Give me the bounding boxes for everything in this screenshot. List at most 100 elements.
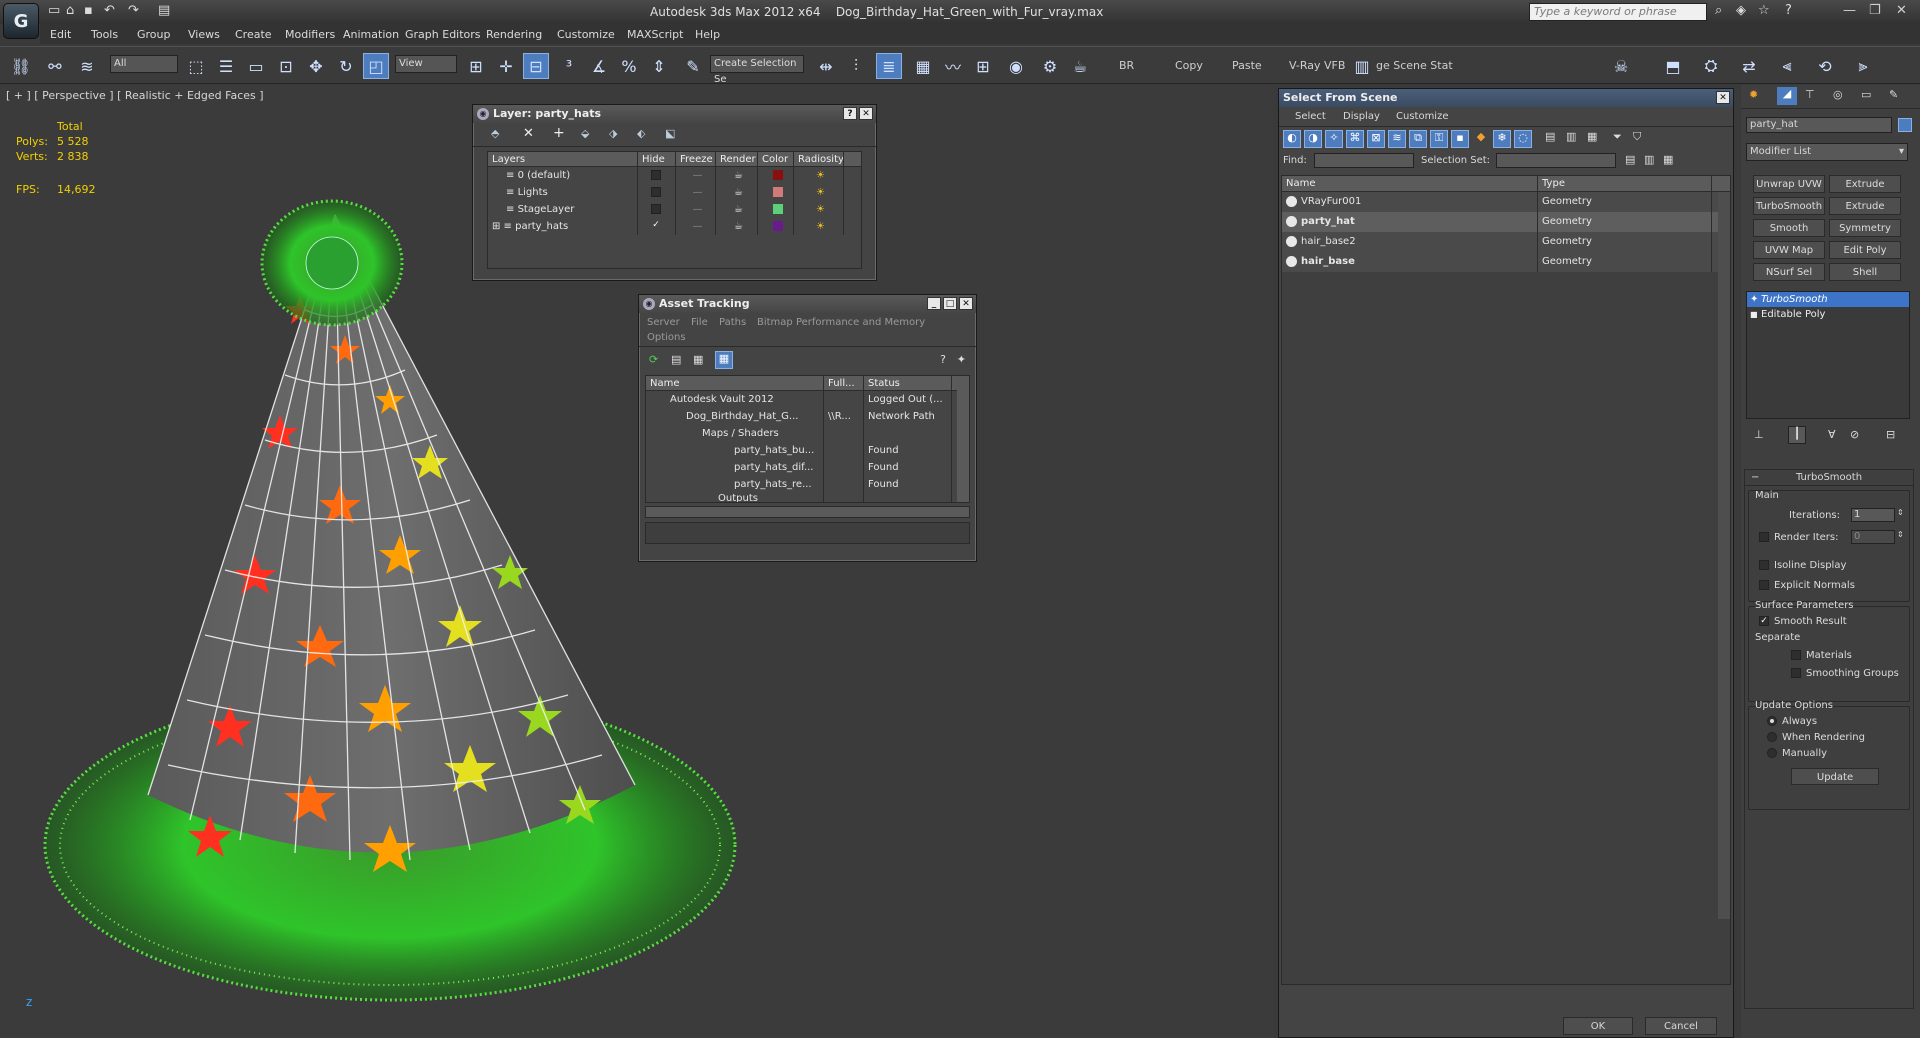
tool-b-icon[interactable]: ⛭ <box>1698 53 1724 79</box>
object-name-field[interactable]: party_hat <box>1746 117 1892 133</box>
schematic-view-icon[interactable]: ⊞ <box>970 53 996 79</box>
menu-paths[interactable]: Paths <box>719 317 746 328</box>
layer-row[interactable]: ≡ StageLayer — ☕ ☀ <box>488 201 861 218</box>
layer-color-swatch[interactable] <box>772 221 783 231</box>
col-name[interactable]: Name <box>646 376 824 390</box>
uvw-map-button[interactable]: UVW Map <box>1753 241 1825 259</box>
menu-bitmap-performance[interactable]: Bitmap Performance and Memory <box>757 317 925 328</box>
vray-vfb-button[interactable]: V-Ray VFB <box>1289 59 1345 72</box>
minimize-button[interactable]: _ <box>927 297 941 310</box>
cancel-button[interactable]: Cancel <box>1645 1017 1717 1035</box>
menu-create[interactable]: Create <box>235 28 272 41</box>
set-select-icon[interactable]: ▤ <box>1625 153 1635 166</box>
undo-icon[interactable]: ↶ <box>104 3 115 19</box>
display-shapes-icon[interactable]: ◑ <box>1304 130 1322 148</box>
menu-rendering[interactable]: Rendering <box>486 28 542 41</box>
set-add-icon[interactable]: ▥ <box>1644 153 1654 166</box>
tool-f-icon[interactable]: ⫸ <box>1850 53 1876 79</box>
close-icon[interactable]: ✕ <box>1896 3 1907 18</box>
display-geometry-icon[interactable]: ◐ <box>1283 130 1301 148</box>
menu-options[interactable]: Options <box>647 332 686 343</box>
spinner-arrows-icon[interactable]: ⇕ <box>1897 530 1904 539</box>
utilities-tab-icon[interactable]: ✎ <box>1889 88 1898 101</box>
layer-color-swatch[interactable] <box>772 204 783 214</box>
help-button[interactable]: ? <box>843 107 857 120</box>
unwrap-uvw-button[interactable]: Unwrap UVW <box>1753 175 1825 193</box>
window-crossing-icon[interactable]: ⊡ <box>273 53 299 79</box>
maximize-button[interactable]: □ <box>943 297 957 310</box>
extrude-button-2[interactable]: Extrude <box>1829 197 1901 215</box>
sfs-menu-select[interactable]: Select <box>1295 111 1326 122</box>
tool-a-icon[interactable]: ⬒ <box>1660 53 1686 79</box>
rollout-header[interactable]: − TurboSmooth <box>1745 470 1913 486</box>
extrude-button[interactable]: Extrude <box>1829 175 1901 193</box>
pin-stack-icon[interactable]: ⊥ <box>1754 428 1764 441</box>
expand-icon[interactable]: ■ <box>1750 307 1758 322</box>
scene-stat-icon[interactable]: ▥ <box>1349 53 1375 79</box>
br-label[interactable]: BR <box>1119 59 1134 72</box>
sfs-row[interactable]: hair_base Geometry <box>1282 252 1730 272</box>
menu-group[interactable]: Group <box>137 28 171 41</box>
vertical-scrollbar[interactable] <box>957 376 969 502</box>
stack-item-editable-poly[interactable]: ■ Editable Poly <box>1747 307 1909 322</box>
curve-editor-icon[interactable]: 〰 <box>940 53 966 79</box>
tool-e-icon[interactable]: ⟲ <box>1812 53 1838 79</box>
sfs-menu-customize[interactable]: Customize <box>1396 111 1449 122</box>
display-none-icon[interactable]: ▥ <box>1566 130 1576 143</box>
edit-named-sets-icon[interactable]: ✎ <box>680 53 706 79</box>
redo-icon[interactable]: ↷ <box>128 3 139 19</box>
display-xrefs-icon[interactable]: ⚿ <box>1430 130 1448 148</box>
radiosity-icon[interactable]: ☀ <box>794 184 844 201</box>
display-helpers-icon[interactable]: ⊠ <box>1367 130 1385 148</box>
rect-selection-icon[interactable]: ▭ <box>243 53 269 79</box>
show-end-result-icon[interactable]: ┃ <box>1788 426 1806 444</box>
binoculars-icon[interactable]: ⌕ <box>1715 3 1722 19</box>
display-invert-icon[interactable]: ▦ <box>1587 130 1597 143</box>
copy-button[interactable]: Copy <box>1175 59 1203 72</box>
col-full[interactable]: Full... <box>824 376 864 390</box>
update-button[interactable]: Update <box>1791 768 1879 785</box>
menu-server[interactable]: Server <box>647 317 680 328</box>
asset-row[interactable]: Maps / Shaders <box>646 425 969 442</box>
sfs-col-name[interactable]: Name <box>1282 176 1538 191</box>
hide-checkbox[interactable]: ✓ <box>651 221 661 231</box>
snaps-toggle-icon[interactable]: ³ <box>556 53 582 79</box>
motion-tab-icon[interactable]: ◎ <box>1833 88 1843 101</box>
scene-stat-button[interactable]: ge Scene Stat <box>1376 59 1453 72</box>
project-folder-icon[interactable]: ▤ <box>158 3 170 19</box>
asset-row[interactable]: party_hats_bu... Found <box>646 442 969 459</box>
col-hide[interactable]: Hide <box>638 152 676 166</box>
render-teapot-icon[interactable]: ☕ <box>716 184 758 201</box>
create-tab-icon[interactable]: ✹ <box>1749 88 1758 101</box>
display-all-icon[interactable]: ▤ <box>1545 130 1555 143</box>
layer-row[interactable]: ⊞ ≡ party_hats ✓ — ☕ ☀ <box>488 218 861 235</box>
menu-animation[interactable]: Animation <box>343 28 399 41</box>
restore-icon[interactable]: ❐ <box>1869 3 1881 18</box>
asset-path-field[interactable] <box>645 522 970 544</box>
edit-poly-button[interactable]: Edit Poly <box>1829 241 1901 259</box>
mirror-icon[interactable]: ⇹ <box>813 53 839 79</box>
minimize-icon[interactable]: — <box>1843 3 1856 18</box>
layer-row[interactable]: ≡ 0 (default) — ☕ ☀ <box>488 167 861 184</box>
asset-row[interactable]: party_hats_dif... Found <box>646 459 969 476</box>
lightbulb-icon[interactable]: ✦ <box>1750 292 1758 307</box>
explicit-normals-checkbox[interactable] <box>1759 580 1769 590</box>
pivot-center-icon[interactable]: ⊞ <box>463 53 489 79</box>
keyboard-shortcut-icon[interactable]: ⊟ <box>523 53 549 79</box>
remove-modifier-icon[interactable]: ⊘ <box>1850 428 1859 441</box>
select-scale-icon[interactable]: ◰ <box>363 53 389 79</box>
display-hidden-icon[interactable]: ◌ <box>1514 130 1532 148</box>
highlight-layer-icon[interactable]: ⬗ <box>609 127 617 140</box>
col-layers[interactable]: Layers <box>488 152 638 166</box>
select-link-icon[interactable]: ⛓ <box>8 53 34 79</box>
smooth-button[interactable]: Smooth <box>1753 219 1825 237</box>
grid-view-icon[interactable]: ▦ <box>715 351 733 369</box>
angle-snap-icon[interactable]: ∡ <box>586 53 612 79</box>
layer-manager-icon[interactable]: ≣ <box>876 53 902 79</box>
sfs-menu-display[interactable]: Display <box>1343 111 1380 122</box>
asset-row[interactable]: Autodesk Vault 2012 Logged Out (... <box>646 391 969 408</box>
symmetry-button[interactable]: Symmetry <box>1829 219 1901 237</box>
sfs-row[interactable]: VRayFur001 Geometry <box>1282 192 1730 212</box>
percent-snap-icon[interactable]: % <box>616 53 642 79</box>
tool-d-icon[interactable]: ⫷ <box>1774 53 1800 79</box>
